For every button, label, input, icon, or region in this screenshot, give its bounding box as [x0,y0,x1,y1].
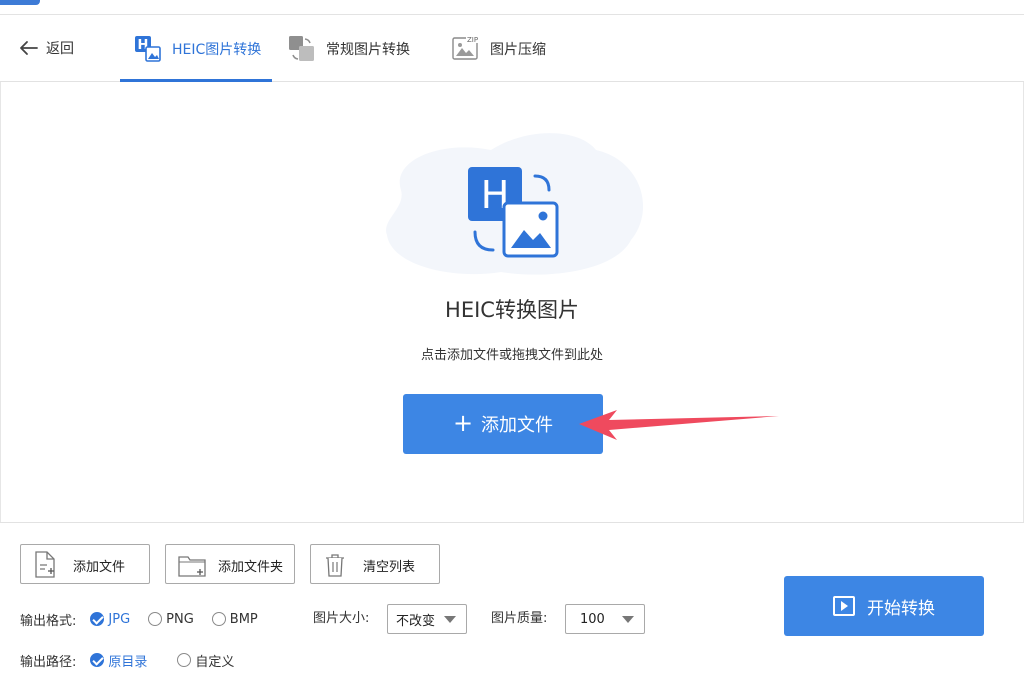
image-convert-icon [289,35,314,61]
image-quality-label: 图片质量: [491,611,548,626]
tab-heic-convert[interactable]: H HEIC图片转换 [134,15,261,82]
play-icon [833,596,855,616]
arrow-left-icon [20,41,38,55]
image-size-label: 图片大小: [313,611,370,626]
path-radio-custom[interactable]: 自定义 [177,651,234,670]
add-file-main-label: 添加文件 [481,415,554,436]
format-radio-jpg[interactable]: JPG [90,612,130,627]
add-folder-button[interactable]: 添加文件夹 [165,544,295,584]
output-format-label: 输出格式: [20,613,77,629]
output-format-row: 输出格式: JPG PNG BMP [20,609,258,629]
format-radio-bmp[interactable]: BMP [211,611,258,627]
image-size-value: 不改变 [396,613,436,629]
tab-bar: 返回 H HEIC图片转换 常规图片转换 ZIP 图片压缩 [0,15,1024,82]
tab-label: 图片压缩 [490,41,546,58]
start-convert-button[interactable]: 开始转换 [784,576,984,636]
format-jpg-label: JPG [108,611,131,627]
output-path-label: 输出路径: [20,654,77,670]
tab-label: 常规图片转换 [326,41,410,58]
back-button[interactable]: 返回 [18,37,74,59]
path-original-label: 原目录 [108,654,148,670]
tab-label: HEIC图片转换 [172,41,262,58]
trash-icon [326,554,344,577]
radio-checked-icon [90,612,105,626]
pointer-arrow-icon [579,410,779,440]
clear-list-label: 清空列表 [363,560,416,575]
zip-badge-text: ZIP [467,36,478,44]
image-quality-value: 100 [580,611,605,627]
add-file-label: 添加文件 [73,560,126,575]
radio-unchecked-icon [177,653,192,667]
back-label: 返回 [46,41,74,57]
clear-list-button[interactable]: 清空列表 [310,544,440,584]
app-logo-fragment [0,0,40,5]
window-top-strip [0,0,1024,15]
image-quality-select[interactable]: 100 [565,604,645,634]
hero-title: HEIC转换图片 [445,298,579,322]
heic-file-icon: H [468,167,559,258]
zip-image-icon: ZIP [452,34,479,60]
format-png-label: PNG [166,611,194,627]
add-file-button[interactable]: 添加文件 [20,544,150,584]
path-custom-label: 自定义 [195,654,235,670]
plus-icon: + [452,409,474,437]
heic-convert-icon: H [135,35,161,62]
image-size-select[interactable]: 不改变 [387,604,467,634]
add-folder-label: 添加文件夹 [218,560,284,575]
add-file-icon [35,551,55,578]
format-bmp-label: BMP [229,611,258,627]
add-file-main-button[interactable]: + 添加文件 [403,394,603,454]
radio-unchecked-icon [211,612,226,626]
chevron-down-icon [444,616,456,623]
drop-zone[interactable]: H HEIC转换图片 点击添加文件或拖拽文件到此处 + 添加文件 [0,82,1024,522]
tab-image-compress[interactable]: ZIP 图片压缩 [452,15,546,82]
chevron-down-icon [622,616,634,623]
tab-image-convert[interactable]: 常规图片转换 [288,15,410,82]
format-radio-png[interactable]: PNG [148,612,194,627]
output-path-row: 输出路径: 原目录 自定义 [20,650,234,670]
add-folder-icon [178,556,206,577]
bottom-panel: 添加文件 添加文件夹 清空列表 输出格式: JPG PNG BMP 图片大小: … [0,522,1024,685]
radio-checked-icon [90,653,105,667]
hero-subtitle: 点击添加文件或拖拽文件到此处 [420,348,603,363]
start-convert-label: 开始转换 [867,598,935,619]
path-radio-original[interactable]: 原目录 [90,651,147,670]
radio-unchecked-icon [148,612,163,626]
